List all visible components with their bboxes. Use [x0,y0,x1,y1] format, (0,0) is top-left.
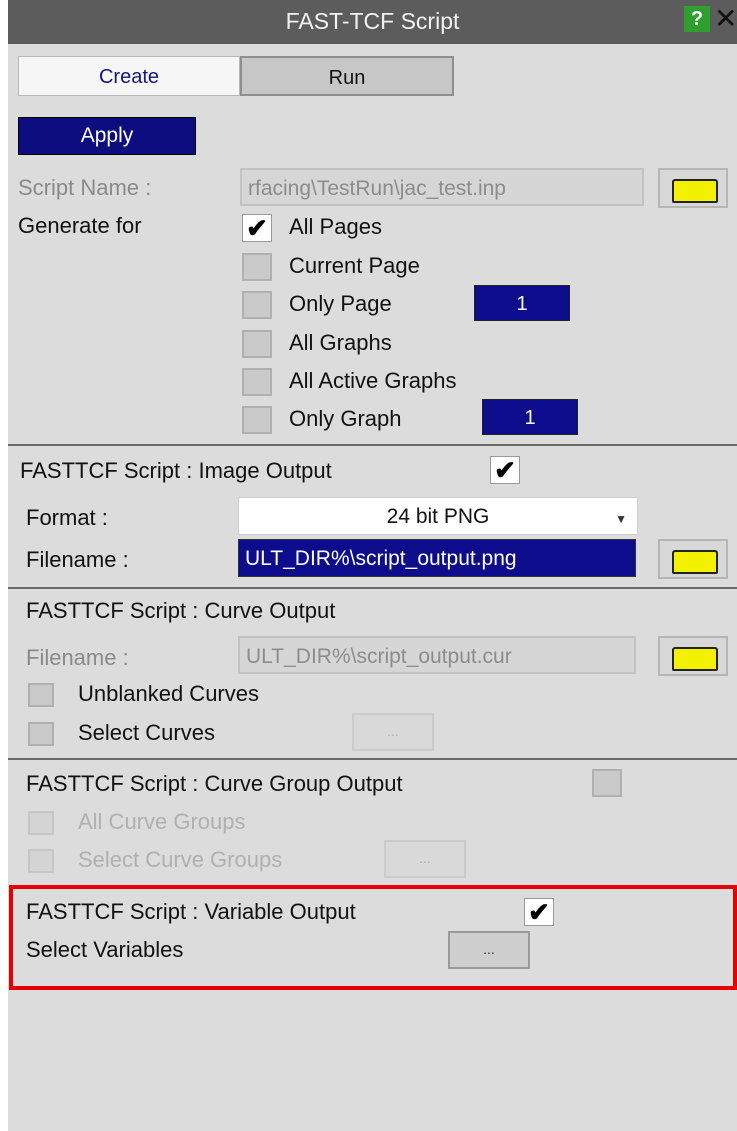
divider [8,444,737,446]
image-output-heading: FASTTCF Script : Image Output [20,458,332,483]
current-page-label: Current Page [289,253,420,278]
select-curve-groups-checkbox[interactable] [28,849,54,873]
curve-output-heading: FASTTCF Script : Curve Output [26,598,336,623]
only-page-checkbox[interactable] [242,291,272,319]
curve-filename-folder-button[interactable] [658,636,728,676]
apply-button[interactable]: Apply [18,117,196,155]
select-curves-label: Select Curves [78,720,215,745]
script-name-label: Script Name : [18,175,152,200]
generate-for-label: Generate for [18,213,142,238]
checkmark-icon: ✔ [528,897,550,927]
curve-filename-field[interactable]: ULT_DIR%\script_output.cur [238,636,636,674]
close-icon[interactable]: ✕ [714,4,737,34]
select-curve-groups-label: Select Curve Groups [78,847,283,872]
variable-output-heading: FASTTCF Script : Variable Output [26,899,356,924]
only-page-number-field[interactable]: 1 [474,285,570,321]
divider [8,758,737,760]
curve-group-output-heading: FASTTCF Script : Curve Group Output [26,771,403,796]
select-curves-checkbox[interactable] [28,722,54,746]
only-graph-number-field[interactable]: 1 [482,399,578,435]
folder-icon [672,550,718,574]
dropdown-arrow-icon: ▼ [615,512,627,526]
curve-filename-label: Filename : [26,645,129,670]
unblanked-curves-label: Unblanked Curves [78,681,259,706]
curve-group-output-checkbox[interactable] [592,769,622,797]
select-curve-groups-button[interactable]: ... [384,840,466,878]
select-curves-button[interactable]: ... [352,713,434,751]
current-page-checkbox[interactable] [242,253,272,281]
title-bar: FAST-TCF Script ? ✕ [8,0,737,44]
only-graph-label: Only Graph [289,406,402,431]
all-active-graphs-checkbox[interactable] [242,368,272,396]
image-filename-field[interactable]: ULT_DIR%\script_output.png [238,539,636,577]
tab-run[interactable]: Run [240,56,454,96]
checkmark-icon: ✔ [246,213,268,243]
all-curve-groups-label: All Curve Groups [78,809,246,834]
only-page-label: Only Page [289,291,392,316]
divider [8,587,737,589]
variable-output-checkbox[interactable]: ✔ [524,898,554,926]
all-curve-groups-checkbox[interactable] [28,811,54,835]
all-graphs-checkbox[interactable] [242,330,272,358]
select-variables-label: Select Variables [26,937,184,962]
help-icon[interactable]: ? [684,6,710,32]
checkmark-icon: ✔ [494,455,516,485]
script-name-folder-button[interactable] [658,168,728,208]
format-value: 24 bit PNG [386,505,490,528]
folder-icon [672,647,718,671]
tab-create[interactable]: Create [18,56,240,96]
image-filename-label: Filename : [26,547,129,572]
window-title: FAST-TCF Script [285,8,460,34]
all-graphs-label: All Graphs [289,330,392,355]
unblanked-curves-checkbox[interactable] [28,683,54,707]
all-pages-checkbox[interactable]: ✔ [242,214,272,242]
image-filename-folder-button[interactable] [658,539,728,579]
fast-tcf-script-panel: FAST-TCF Script ? ✕ Create Run Apply Scr… [8,0,737,1131]
only-graph-checkbox[interactable] [242,406,272,434]
script-name-field[interactable]: rfacing\TestRun\jac_test.inp [240,168,644,206]
all-pages-label: All Pages [289,214,382,239]
select-variables-button[interactable]: ... [448,931,530,969]
format-select[interactable]: 24 bit PNG ▼ [238,497,638,535]
all-active-graphs-label: All Active Graphs [289,368,457,393]
folder-icon [672,179,718,203]
format-label: Format : [26,505,108,530]
image-output-checkbox[interactable]: ✔ [490,456,520,484]
